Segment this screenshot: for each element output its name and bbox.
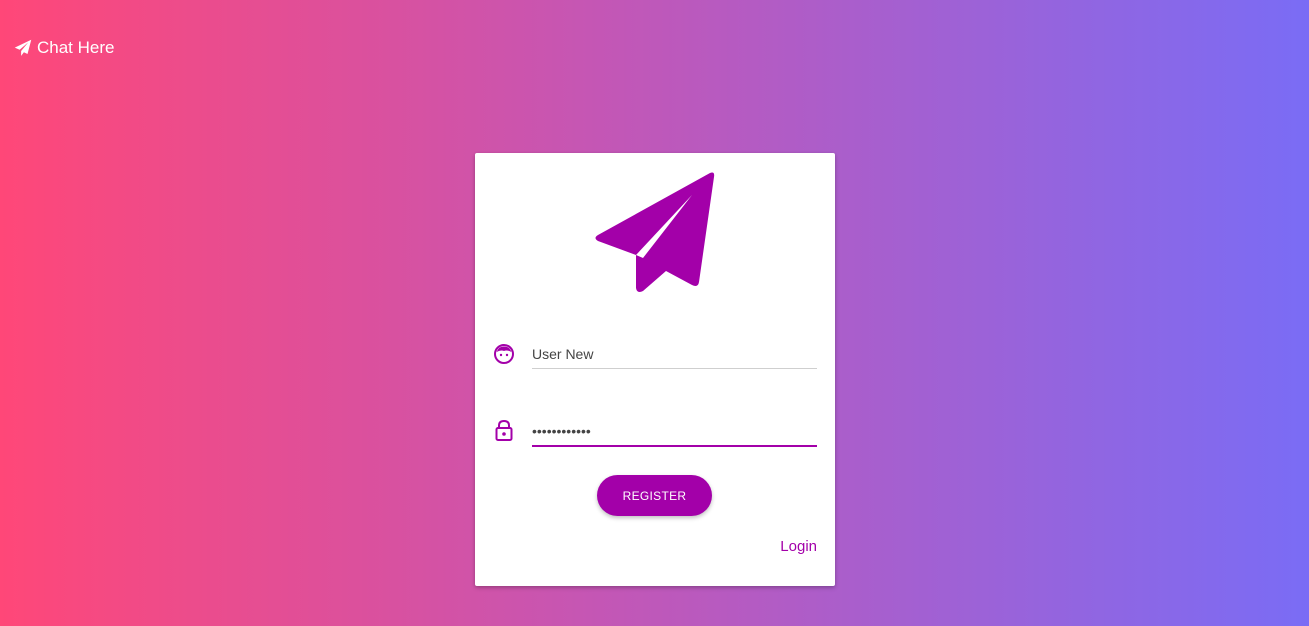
register-button[interactable]: REGISTER [597,475,712,516]
paper-plane-icon [592,170,718,301]
paper-plane-icon [14,39,32,57]
brand-link[interactable]: Chat Here [14,38,114,58]
face-icon [493,343,515,365]
username-input[interactable] [532,346,817,369]
login-link[interactable]: Login [780,538,817,555]
password-input[interactable] [532,423,817,447]
register-card: REGISTER Login [475,153,835,586]
lock-icon [493,419,515,441]
brand-title: Chat Here [37,38,115,57]
